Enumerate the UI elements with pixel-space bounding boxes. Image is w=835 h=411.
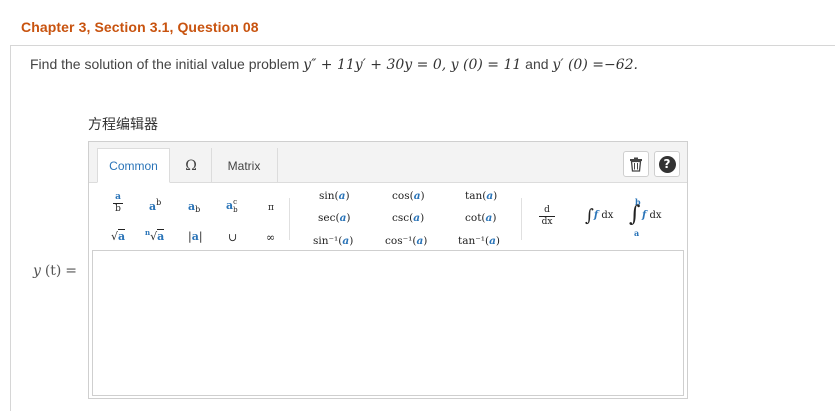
equation-editor-label: 方程编辑器 — [88, 116, 158, 132]
tab-common[interactable]: Common — [97, 148, 170, 183]
subscript-button[interactable]: ab — [188, 201, 200, 214]
chapter-title: Chapter 3, Section 3.1, Question 08 — [21, 19, 259, 35]
fn-arg: a — [413, 212, 421, 224]
arcsin-button[interactable]: sin⁻¹(a) — [313, 236, 353, 247]
sin-button[interactable]: sin(a) — [319, 191, 350, 202]
tab-divider — [277, 148, 278, 183]
subsup-sub: b — [233, 206, 238, 214]
fn-name: sec — [318, 212, 336, 224]
abs-button[interactable]: |a| — [188, 231, 203, 242]
csc-button[interactable]: csc(a) — [392, 213, 424, 224]
answer-label-eq: = — [65, 263, 77, 279]
cot-button[interactable]: cot(a) — [465, 213, 496, 224]
integral-button[interactable]: ∫f dx — [585, 208, 613, 225]
question-condition: y′ (0) =−62. — [552, 57, 638, 73]
nthroot-radicand: a — [157, 229, 165, 243]
pi-button[interactable]: π — [268, 204, 274, 213]
fn-arg: a — [489, 235, 496, 247]
derivative-top: d — [544, 205, 550, 215]
fn-name: csc — [392, 212, 410, 224]
help-icon: ? — [658, 155, 676, 173]
question-and: and — [521, 56, 553, 72]
sqrt-radicand: a — [118, 229, 126, 243]
power-exponent: b — [156, 198, 162, 207]
tab-divider — [211, 148, 212, 183]
question-prefix: Find the solution of the initial value p… — [30, 56, 304, 72]
power-button[interactable]: ab — [149, 198, 162, 213]
palette-divider — [521, 198, 522, 240]
fn-name: cos — [392, 190, 410, 202]
nthroot-button[interactable]: n√a — [145, 229, 165, 243]
cos-button[interactable]: cos(a) — [392, 191, 425, 202]
tan-button[interactable]: tan(a) — [465, 191, 497, 202]
fn-name: cos⁻¹ — [385, 235, 413, 247]
fraction-button[interactable]: a b — [113, 193, 123, 214]
fn-arg: a — [338, 190, 346, 202]
subscript-index: b — [195, 205, 201, 214]
fn-arg: a — [485, 212, 493, 224]
answer-input[interactable] — [92, 250, 684, 396]
question-equation: y″ + 11y′ + 30y = 0, y (0) = 11 — [303, 57, 522, 73]
infinity-button[interactable]: ∞ — [266, 232, 275, 243]
answer-label-arg: (t) — [44, 263, 62, 279]
clear-button[interactable] — [623, 151, 649, 177]
union-button[interactable]: ∪ — [228, 232, 237, 243]
fn-arg: a — [339, 212, 347, 224]
subsup-button[interactable]: acb — [226, 198, 238, 214]
integrand: f — [593, 210, 599, 221]
fn-name: cot — [465, 212, 482, 224]
answer-label-fn: y — [33, 263, 41, 279]
lower-bound: a — [634, 228, 640, 238]
abs-arg: a — [191, 230, 199, 243]
sec-button[interactable]: sec(a) — [318, 213, 351, 224]
fraction-numerator: a — [115, 192, 121, 202]
symbol-palette: a b ab ab acb π √a n√a |a| ∪ ∞ sin(a) co… — [111, 190, 662, 247]
answer-label: y (t) = — [33, 262, 77, 279]
subsup-sup: c — [233, 198, 238, 206]
tab-symbols[interactable]: Ω — [173, 148, 209, 183]
sqrt-button[interactable]: √a — [111, 229, 126, 243]
fn-name: tan⁻¹ — [458, 235, 485, 247]
differential: dx — [601, 210, 614, 221]
fn-name: sin⁻¹ — [313, 235, 339, 247]
differential: dx — [649, 210, 662, 221]
fn-arg: a — [342, 235, 350, 247]
fn-arg: a — [416, 235, 424, 247]
fn-name: tan — [465, 190, 483, 202]
editor-tabbar: Common Ω Matrix ? — [89, 142, 687, 183]
arctan-button[interactable]: tan⁻¹(a) — [458, 236, 500, 247]
trash-icon — [630, 157, 642, 172]
fraction-denominator: b — [115, 204, 121, 214]
fn-arg: a — [413, 190, 421, 202]
equation-editor: Common Ω Matrix ? a b ab ab a c b π √a n… — [88, 141, 688, 399]
tab-matrix[interactable]: Matrix — [213, 148, 275, 183]
integrand: f — [642, 210, 647, 221]
arccos-button[interactable]: cos⁻¹(a) — [385, 236, 427, 247]
palette-divider — [289, 198, 290, 240]
question-text: Find the solution of the initial value p… — [30, 56, 638, 73]
derivative-button[interactable]: d dx — [539, 206, 555, 227]
derivative-bottom: dx — [541, 217, 553, 227]
subsup-base: a — [226, 199, 234, 212]
fn-name: sin — [319, 190, 335, 202]
help-button[interactable]: ? — [654, 151, 680, 177]
fn-arg: a — [486, 190, 494, 202]
